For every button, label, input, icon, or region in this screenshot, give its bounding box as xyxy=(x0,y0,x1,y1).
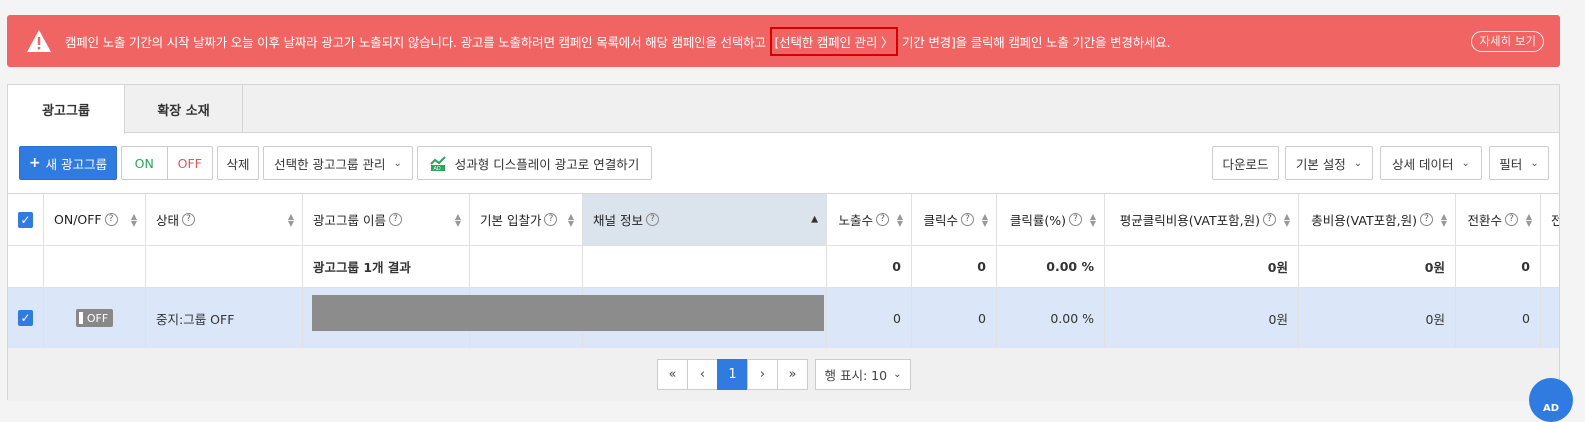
row-impressions: 0 xyxy=(827,288,912,348)
help-icon[interactable]: ? xyxy=(1069,213,1082,226)
on-off-toggle-group: ON OFF xyxy=(121,146,213,180)
next-page-button[interactable]: › xyxy=(747,359,778,390)
page-1-button[interactable]: 1 xyxy=(717,359,748,390)
row-checkbox[interactable]: ✓ xyxy=(8,288,44,348)
summary-label: 광고그룹 1개 결과 xyxy=(303,246,470,287)
tab-bar: 광고그룹 확장 소재 xyxy=(8,85,1559,134)
highlighted-campaign-manage: [선택한 캠페인 관리 〉 xyxy=(769,26,899,56)
switch-knob xyxy=(78,312,83,324)
adgroup-table: ✓ ON/OFF? ▲ ▼ 상태? ▲ ▼ 광고그룹 이름? ▲ ▼ 기본 입찰가? ▲ ▼ 채… xyxy=(8,193,1559,348)
col-clicks[interactable]: 클릭수? ▲ ▼ xyxy=(912,194,997,245)
tab-extensions[interactable]: 확장 소재 xyxy=(125,85,243,133)
help-icon[interactable]: ? xyxy=(1263,213,1276,226)
check-icon: ✓ xyxy=(18,211,33,228)
warning-message: 캠페인 노출 기간의 시작 날짜가 오늘 이후 날짜라 광고가 노출되지 않습니… xyxy=(65,26,1171,56)
sort-icon: ▲ ▼ xyxy=(1440,211,1447,228)
toolbar: + 새 광고그룹 ON OFF 삭제 선택한 광고그룹 관리 ⌄ AD 성과형 디… xyxy=(8,133,1559,193)
off-button[interactable]: OFF xyxy=(168,147,213,179)
row-onoff-switch[interactable]: OFF xyxy=(44,288,146,348)
table-header-row: ✓ ON/OFF? ▲ ▼ 상태? ▲ ▼ 광고그룹 이름? ▲ ▼ 기본 입찰가? ▲ ▼ 채… xyxy=(8,194,1559,246)
col-conversions[interactable]: 전환수? ▲ ▼ xyxy=(1456,194,1541,245)
sort-icon: ▲ ▼ xyxy=(1089,211,1096,228)
adgroup-panel: 광고그룹 확장 소재 + 새 광고그룹 ON OFF 삭제 선택한 광고그룹 관… xyxy=(7,84,1560,401)
help-icon[interactable]: ? xyxy=(961,213,974,226)
col-base-bid[interactable]: 기본 입찰가? ▲ ▼ xyxy=(470,194,583,245)
sort-icon: ▲ ▼ xyxy=(454,211,461,228)
download-button[interactable]: 다운로드 xyxy=(1212,146,1279,180)
help-icon[interactable]: ? xyxy=(876,213,889,226)
plus-icon: + xyxy=(28,155,41,171)
sort-icon: ▲ ▼ xyxy=(287,211,294,228)
help-icon[interactable]: ? xyxy=(388,213,402,226)
chevron-down-icon: ⌄ xyxy=(893,369,902,380)
link-display-ad-button[interactable]: AD 성과형 디스플레이 광고로 연결하기 xyxy=(417,146,652,180)
col-status[interactable]: 상태? ▲ ▼ xyxy=(146,194,303,245)
prev-page-button[interactable]: ‹ xyxy=(687,359,718,390)
manage-adgroup-dropdown[interactable]: 선택한 광고그룹 관리 ⌄ xyxy=(263,146,413,180)
check-icon: ✓ xyxy=(18,310,33,326)
col-impressions[interactable]: 노출수? ▲ ▼ xyxy=(827,194,912,245)
help-icon[interactable]: ? xyxy=(182,213,196,226)
summary-impressions: 0 xyxy=(827,246,912,287)
detail-data-dropdown[interactable]: 상세 데이터 ⌄ xyxy=(1380,146,1482,180)
tab-adgroup[interactable]: 광고그룹 xyxy=(8,85,125,134)
pagination: « ‹ 1 › » 행 표시: 10 ⌄ xyxy=(8,348,1559,401)
sort-icon: ▲ ▼ xyxy=(1525,211,1532,228)
sort-asc-icon: ▲ xyxy=(811,214,818,224)
sort-icon: ▲ ▼ xyxy=(1283,211,1290,228)
row-avg-cpc: 0원 xyxy=(1105,288,1299,348)
summary-total-cost: 0원 xyxy=(1299,246,1456,287)
col-conversion-extra[interactable]: 전환 xyxy=(1541,194,1559,245)
redacted-content xyxy=(312,295,824,331)
basic-settings-dropdown[interactable]: 기본 설정 ⌄ xyxy=(1285,146,1373,180)
new-adgroup-button[interactable]: + 새 광고그룹 xyxy=(19,146,117,180)
warning-banner: 캠페인 노출 기간의 시작 날짜가 오늘 이후 날짜라 광고가 노출되지 않습니… xyxy=(7,15,1560,67)
summary-clicks: 0 xyxy=(912,246,997,287)
svg-text:AD: AD xyxy=(433,166,440,171)
warning-icon xyxy=(25,27,53,55)
row-status: 중지:그룹 OFF xyxy=(146,288,303,348)
help-icon[interactable]: ? xyxy=(544,213,558,226)
first-page-button[interactable]: « xyxy=(657,359,688,390)
help-icon[interactable]: ? xyxy=(1420,213,1433,226)
row-ctr: 0.00 % xyxy=(997,288,1105,348)
last-page-button[interactable]: » xyxy=(777,359,808,390)
chevron-down-icon: ⌄ xyxy=(1353,157,1363,169)
help-icon[interactable]: ? xyxy=(645,213,659,226)
more-info-button[interactable]: 자세히 보기 xyxy=(1471,31,1544,52)
col-total-cost[interactable]: 총비용(VAT포함,원)? ▲ ▼ xyxy=(1299,194,1456,245)
ad-floating-button[interactable]: AD xyxy=(1529,378,1573,422)
filter-dropdown[interactable]: 필터 ⌄ xyxy=(1489,146,1549,180)
select-all-checkbox[interactable]: ✓ xyxy=(8,194,44,245)
row-conversions: 0 xyxy=(1456,288,1541,348)
delete-button[interactable]: 삭제 xyxy=(217,146,259,180)
sort-icon: ▲ ▼ xyxy=(130,211,137,228)
col-adgroup-name[interactable]: 광고그룹 이름? ▲ ▼ xyxy=(303,194,470,245)
row-clicks: 0 xyxy=(912,288,997,348)
summary-conversions: 0 xyxy=(1456,246,1541,287)
col-avg-cpc[interactable]: 평균클릭비용(VAT포함,원)? ▲ ▼ xyxy=(1105,194,1299,245)
summary-ctr: 0.00 % xyxy=(997,246,1105,287)
chevron-down-icon: ⌄ xyxy=(393,157,402,169)
help-icon[interactable]: ? xyxy=(104,213,118,226)
sort-icon: ▲ ▼ xyxy=(567,211,574,228)
ad-chart-icon: AD xyxy=(430,155,446,171)
chevron-down-icon: ⌄ xyxy=(1461,157,1470,169)
help-icon[interactable]: ? xyxy=(1505,213,1518,226)
col-channel-info[interactable]: 채널 정보? ▲ xyxy=(583,194,827,245)
sort-icon: ▲ ▼ xyxy=(981,211,988,228)
rows-per-page-select[interactable]: 행 표시: 10 ⌄ xyxy=(815,359,911,390)
summary-row: 광고그룹 1개 결과 0 0 0.00 % 0원 0원 0 xyxy=(8,246,1559,288)
chevron-down-icon: ⌄ xyxy=(1530,157,1539,169)
col-onoff[interactable]: ON/OFF? ▲ ▼ xyxy=(44,194,146,245)
row-total-cost: 0원 xyxy=(1299,288,1456,348)
summary-avg-cpc: 0원 xyxy=(1105,246,1299,287)
col-ctr[interactable]: 클릭률(%)? ▲ ▼ xyxy=(997,194,1105,245)
on-button[interactable]: ON xyxy=(122,147,168,179)
